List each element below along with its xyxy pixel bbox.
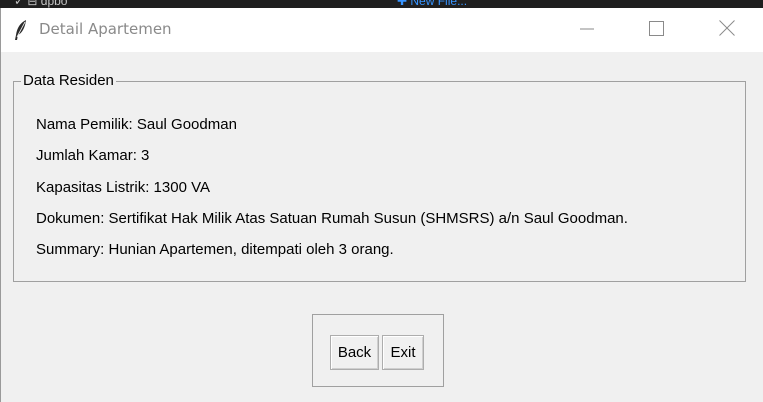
maximize-icon xyxy=(648,20,664,40)
background-editor-strip: ✓ ⊟ dpbo ✚ New File... xyxy=(0,0,763,8)
detail-window: Detail Apartemen Data Residen Nama Pemil… xyxy=(0,8,763,402)
room-count-label: Jumlah Kamar: 3 xyxy=(36,147,150,164)
background-new-file-label: ✚ New File... xyxy=(397,0,468,8)
electric-capacity-label: Kapasitas Listrik: 1300 VA xyxy=(36,179,210,196)
window-title: Detail Apartemen xyxy=(39,20,172,38)
background-explorer-label: ✓ ⊟ dpbo xyxy=(14,0,68,8)
maximize-button[interactable] xyxy=(627,8,685,52)
button-frame: Back Exit xyxy=(312,314,444,387)
minimize-button[interactable] xyxy=(558,8,616,52)
summary-label: Summary: Hunian Apartemen, ditempati ole… xyxy=(36,241,394,258)
document-label: Dokumen: Sertifikat Hak Milik Atas Satua… xyxy=(36,210,628,227)
title-bar[interactable]: Detail Apartemen xyxy=(1,8,763,52)
resident-data-group: Data Residen Nama Pemilik: Saul Goodman … xyxy=(13,72,746,282)
close-button[interactable] xyxy=(698,8,756,52)
owner-name-label: Nama Pemilik: Saul Goodman xyxy=(36,116,237,133)
resident-group-label: Data Residen xyxy=(21,72,116,89)
minimize-icon xyxy=(580,21,594,40)
exit-button[interactable]: Exit xyxy=(382,335,424,370)
close-icon xyxy=(719,20,735,40)
feather-icon xyxy=(13,19,29,41)
back-button[interactable]: Back xyxy=(330,335,379,370)
